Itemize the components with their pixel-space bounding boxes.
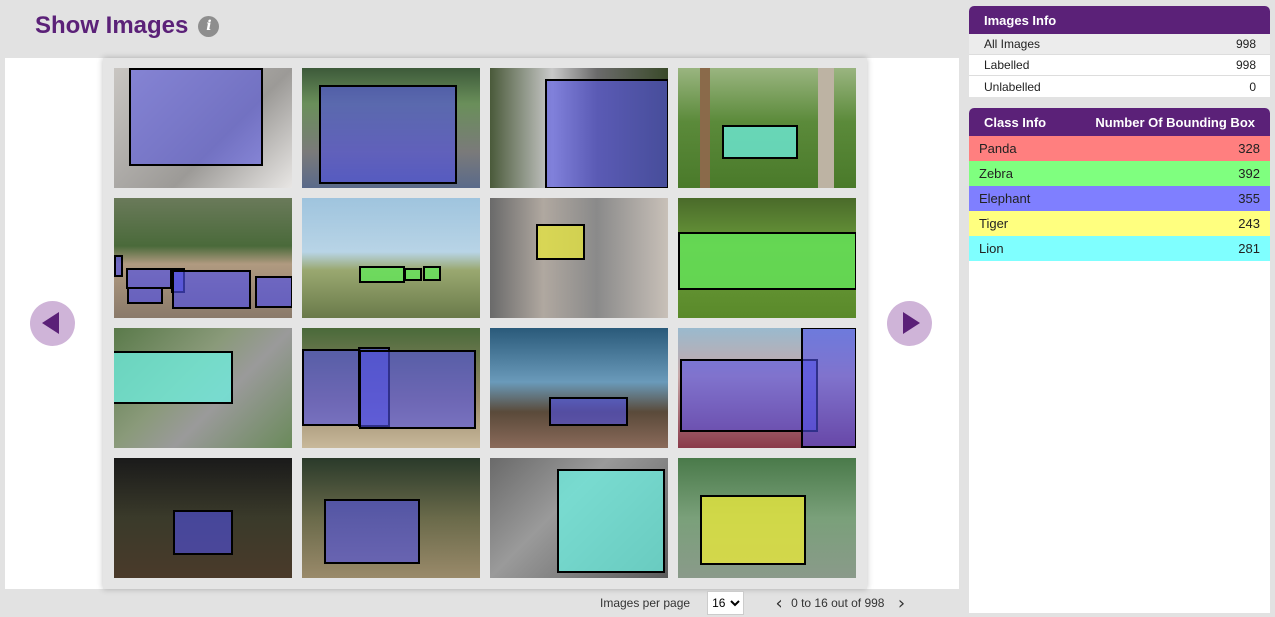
image-thumbnail[interactable] xyxy=(490,198,668,318)
bbox-elephant xyxy=(801,328,856,448)
images-info-header: Images Info xyxy=(969,6,1270,34)
image-viewer xyxy=(5,58,959,589)
bbox-tiger xyxy=(536,224,585,260)
image-thumbnail[interactable] xyxy=(678,198,856,318)
class-row-panda[interactable]: Panda 328 xyxy=(969,136,1270,161)
image-thumbnail[interactable] xyxy=(302,198,480,318)
bbox-elephant xyxy=(114,255,123,277)
page-title: Show Images i xyxy=(35,12,220,40)
class-count: 281 xyxy=(1238,241,1260,256)
image-thumbnail[interactable] xyxy=(114,198,292,318)
bbox-elephant xyxy=(319,85,457,184)
chevron-right-icon[interactable]: › xyxy=(892,593,910,614)
per-page-select[interactable]: 16 xyxy=(707,591,745,615)
class-count: 328 xyxy=(1238,141,1260,156)
class-info-title: Class Info xyxy=(984,114,1047,130)
page-range-text: 0 to 16 out of 998 xyxy=(791,596,885,610)
wooden-post xyxy=(818,68,834,188)
info-row-all-images[interactable]: All Images 998 xyxy=(969,34,1270,55)
image-thumbnail[interactable] xyxy=(490,458,668,578)
class-row-lion[interactable]: Lion 281 xyxy=(969,236,1270,261)
arrow-right-icon xyxy=(903,312,920,334)
next-page-button[interactable] xyxy=(887,301,932,346)
info-row-unlabelled[interactable]: Unlabelled 0 xyxy=(969,76,1270,97)
class-count: 392 xyxy=(1238,166,1260,181)
info-row-value: 998 xyxy=(1235,58,1256,72)
wooden-post xyxy=(700,68,710,188)
bbox-tiger xyxy=(700,495,806,565)
image-thumbnail[interactable] xyxy=(490,328,668,448)
image-thumbnail[interactable] xyxy=(114,328,292,448)
bbox-zebra xyxy=(678,232,856,290)
image-thumbnail[interactable] xyxy=(302,328,480,448)
class-info-header: Class Info Number Of Bounding Box xyxy=(969,108,1270,136)
bbox-elephant xyxy=(172,270,251,309)
bbox-elephant xyxy=(173,510,233,555)
info-row-label: Labelled xyxy=(984,58,1030,72)
image-thumbnail[interactable] xyxy=(302,68,480,188)
prev-page-button[interactable] xyxy=(30,301,75,346)
bbox-elephant xyxy=(129,68,263,166)
per-page-label: Images per page xyxy=(600,596,691,610)
image-thumbnail[interactable] xyxy=(678,328,856,448)
info-row-label: All Images xyxy=(984,37,1041,51)
bbox-zebra xyxy=(404,268,422,281)
bbox-elephant xyxy=(255,276,292,308)
bbox-elephant xyxy=(545,79,668,188)
image-thumbnail[interactable] xyxy=(678,458,856,578)
class-row-zebra[interactable]: Zebra 392 xyxy=(969,161,1270,186)
bbox-lion xyxy=(722,125,798,159)
image-grid xyxy=(103,58,867,589)
bbox-elephant xyxy=(359,350,476,429)
image-thumbnail[interactable] xyxy=(490,68,668,188)
class-label: Lion xyxy=(979,241,1004,256)
class-count: 243 xyxy=(1238,216,1260,231)
image-thumbnail[interactable] xyxy=(302,458,480,578)
bbox-zebra xyxy=(359,266,405,283)
class-label: Elephant xyxy=(979,191,1031,206)
bbox-elephant xyxy=(324,499,420,564)
page-title-text: Show Images xyxy=(35,12,189,39)
bbox-elephant xyxy=(549,397,628,426)
bbox-elephant xyxy=(302,349,361,426)
images-info-panel: Images Info All Images 998 Labelled 998 … xyxy=(969,6,1270,97)
class-label: Tiger xyxy=(979,216,1009,231)
images-info-title: Images Info xyxy=(984,12,1057,28)
image-thumbnail[interactable] xyxy=(114,68,292,188)
bbox-elephant xyxy=(127,287,163,304)
image-thumbnail[interactable] xyxy=(678,68,856,188)
class-info-count-header: Number Of Bounding Box xyxy=(1095,114,1255,130)
pagination: Images per page 16 ‹ 0 to 16 out of 998 … xyxy=(600,589,910,617)
class-count: 355 xyxy=(1238,191,1260,206)
info-icon[interactable]: i xyxy=(198,15,220,37)
info-row-labelled[interactable]: Labelled 998 xyxy=(969,55,1270,76)
chevron-left-icon[interactable]: ‹ xyxy=(770,593,788,614)
bbox-elephant xyxy=(680,359,818,432)
bbox-lion xyxy=(114,351,233,404)
bbox-lion xyxy=(557,469,665,573)
class-row-tiger[interactable]: Tiger 243 xyxy=(969,211,1270,236)
info-row-value: 998 xyxy=(1235,37,1256,51)
class-info-panel: Class Info Number Of Bounding Box Panda … xyxy=(969,108,1270,613)
class-label: Panda xyxy=(979,141,1017,156)
image-thumbnail[interactable] xyxy=(114,458,292,578)
bbox-zebra xyxy=(423,266,441,281)
arrow-left-icon xyxy=(42,312,59,334)
info-row-label: Unlabelled xyxy=(984,79,1041,94)
info-row-value: 0 xyxy=(1249,79,1256,94)
class-label: Zebra xyxy=(979,166,1013,181)
bbox-elephant xyxy=(126,268,172,289)
class-row-elephant[interactable]: Elephant 355 xyxy=(969,186,1270,211)
